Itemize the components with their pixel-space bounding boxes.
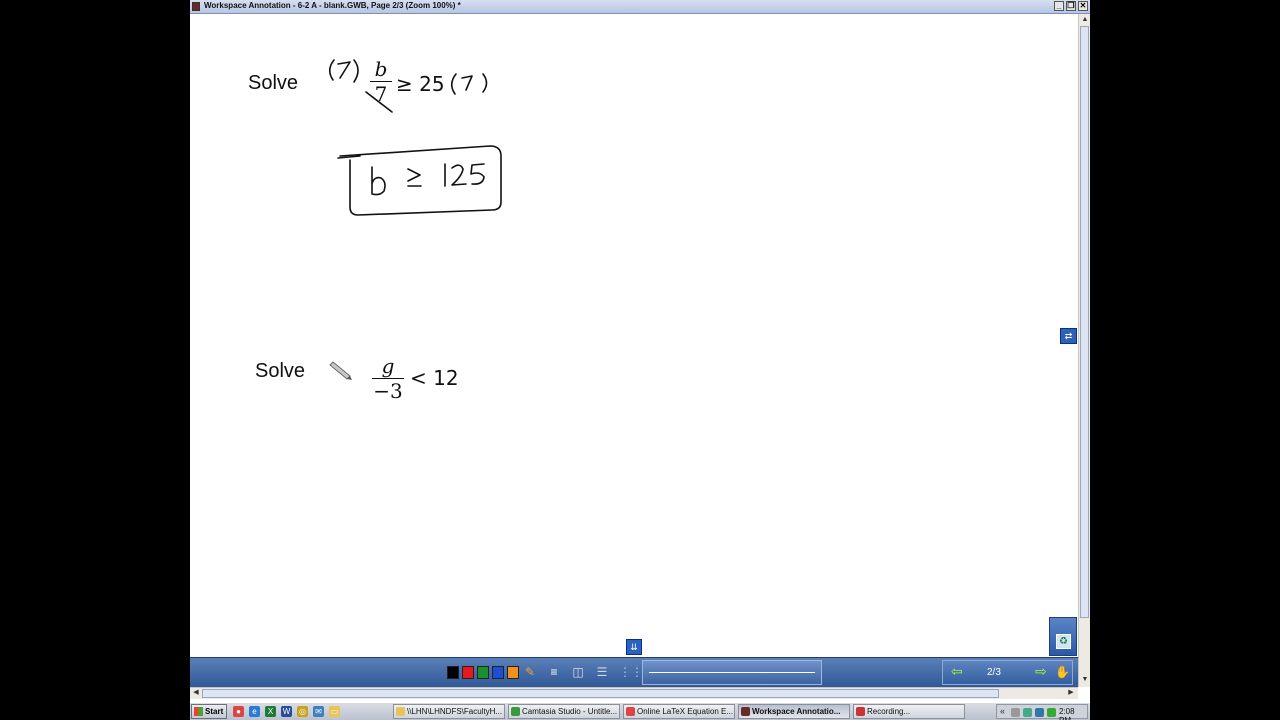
tray-expand-icon[interactable]: « <box>1000 706 1005 716</box>
task-label: Online LaTeX Equation E... <box>637 707 734 716</box>
task-label: Recording... <box>867 707 911 716</box>
horizontal-scrollbar[interactable]: ◀ ▶ <box>190 687 1078 699</box>
arrow-right-icon[interactable]: ⇨ <box>1035 663 1047 680</box>
excel-icon[interactable]: X <box>265 706 276 717</box>
outlook-icon[interactable]: ✉ <box>313 706 324 717</box>
ie-icon[interactable]: e <box>249 706 260 717</box>
color-red-button[interactable] <box>462 666 474 679</box>
task-workspace-annotation[interactable]: Workspace Annotatio... <box>738 704 850 719</box>
expand-toolbar-icon[interactable]: ⇊ <box>626 639 642 655</box>
task-label: Camtasia Studio - Untitle... <box>522 707 618 716</box>
clock: 2:08 PM <box>1059 707 1075 720</box>
hand-icon[interactable]: ✋ <box>1055 665 1070 679</box>
ink-answer-geq <box>407 168 422 187</box>
workspace-icon <box>741 707 750 716</box>
vertical-scrollbar[interactable]: ▲ ▼ <box>1078 14 1090 687</box>
grid-icon[interactable]: ⋮⋮ <box>619 665 643 679</box>
system-tray: « 2:08 PM <box>996 704 1088 720</box>
network-icon[interactable] <box>1011 708 1020 717</box>
line-width-icon[interactable]: ≡ <box>547 665 561 679</box>
folder-icon <box>396 707 405 716</box>
volume-icon[interactable] <box>1035 708 1044 717</box>
annotation-canvas[interactable]: Solve b 7 ≥ 25 Solve g −3 < 12 <box>190 14 1078 657</box>
floating-toolbar: ✎ ≡ ◫ ☰ ⋮⋮ ⇦ 2/3 ⇨ ✋ <box>190 657 1078 688</box>
start-label: Start <box>205 707 224 716</box>
app-icon <box>192 2 200 11</box>
task-label: Workspace Annotatio... <box>752 707 841 716</box>
camtasia-icon <box>511 707 520 716</box>
start-button[interactable]: Start <box>191 704 227 719</box>
title-bar: Workspace Annotation - 6-2 A - blank.GWB… <box>190 0 1090 14</box>
color-orange-button[interactable] <box>507 666 519 679</box>
scroll-left-icon[interactable]: ◀ <box>191 688 201 698</box>
recording-icon <box>856 707 865 716</box>
task-explorer[interactable]: \\LHN\LHNDFS\FacultyH... <box>393 704 505 719</box>
line-preview <box>649 672 815 673</box>
pen-cursor-icon <box>329 361 352 380</box>
scroll-down-icon[interactable]: ▼ <box>1080 675 1090 685</box>
page-navigator: ⇦ 2/3 ⇨ ✋ <box>942 660 1073 685</box>
highlighter-icon[interactable]: ✎ <box>523 665 537 679</box>
security-icon[interactable] <box>1023 708 1032 717</box>
task-recording[interactable]: Recording... <box>853 704 965 719</box>
scroll-right-icon[interactable]: ▶ <box>1066 688 1076 698</box>
scroll-up-icon[interactable]: ▲ <box>1080 15 1090 25</box>
ink-answer-5 <box>470 163 485 185</box>
eraser-icon[interactable]: ◫ <box>571 665 585 679</box>
vertical-scroll-thumb[interactable] <box>1080 26 1089 618</box>
minimize-button[interactable]: _ <box>1054 1 1064 11</box>
windows-flag-icon <box>194 707 203 716</box>
color-green-button[interactable] <box>477 666 489 679</box>
close-button[interactable]: ✕ <box>1078 1 1088 11</box>
ink-answer-2 <box>451 164 467 186</box>
launcher-button[interactable]: ♻ <box>1049 617 1077 656</box>
ink-layer <box>328 59 502 380</box>
ink-answer-b <box>371 166 386 196</box>
app-icon[interactable]: ◎ <box>297 706 308 717</box>
color-black-button[interactable] <box>447 666 459 679</box>
page-indicator: 2/3 <box>987 667 1001 678</box>
word-icon[interactable]: W <box>281 706 292 717</box>
arrow-left-icon[interactable]: ⇦ <box>951 663 963 680</box>
ink-paren-7-left <box>328 59 359 83</box>
side-panel-toggle-icon[interactable]: ⇄ <box>1060 328 1077 344</box>
task-camtasia[interactable]: Camtasia Studio - Untitle... <box>508 704 620 719</box>
ink-answer-box <box>339 145 502 216</box>
restore-button[interactable]: ❐ <box>1066 1 1076 11</box>
chrome-icon[interactable]: ● <box>233 706 244 717</box>
lines-icon[interactable]: ☰ <box>595 665 609 679</box>
recycle-icon: ♻ <box>1056 634 1071 649</box>
screen: Workspace Annotation - 6-2 A - blank.GWB… <box>190 0 1090 720</box>
horizontal-scroll-thumb[interactable] <box>202 689 999 698</box>
folder-icon[interactable]: ▭ <box>329 706 340 717</box>
taskbar: Start ● e X W ◎ ✉ ▭ \\LHN\LHNDFS\Faculty… <box>190 702 1090 720</box>
chrome-icon <box>626 707 635 716</box>
task-latex-editor[interactable]: Online LaTeX Equation E... <box>623 704 735 719</box>
window-title: Workspace Annotation - 6-2 A - blank.GWB… <box>204 1 461 10</box>
task-label: \\LHN\LHNDFS\FacultyH... <box>407 707 503 716</box>
camtasia-tray-icon[interactable] <box>1047 708 1056 717</box>
line-style-selector[interactable] <box>642 660 822 685</box>
color-blue-button[interactable] <box>492 666 504 679</box>
ink-paren-7-right <box>450 73 488 95</box>
ink-cancel-stroke <box>365 91 393 113</box>
